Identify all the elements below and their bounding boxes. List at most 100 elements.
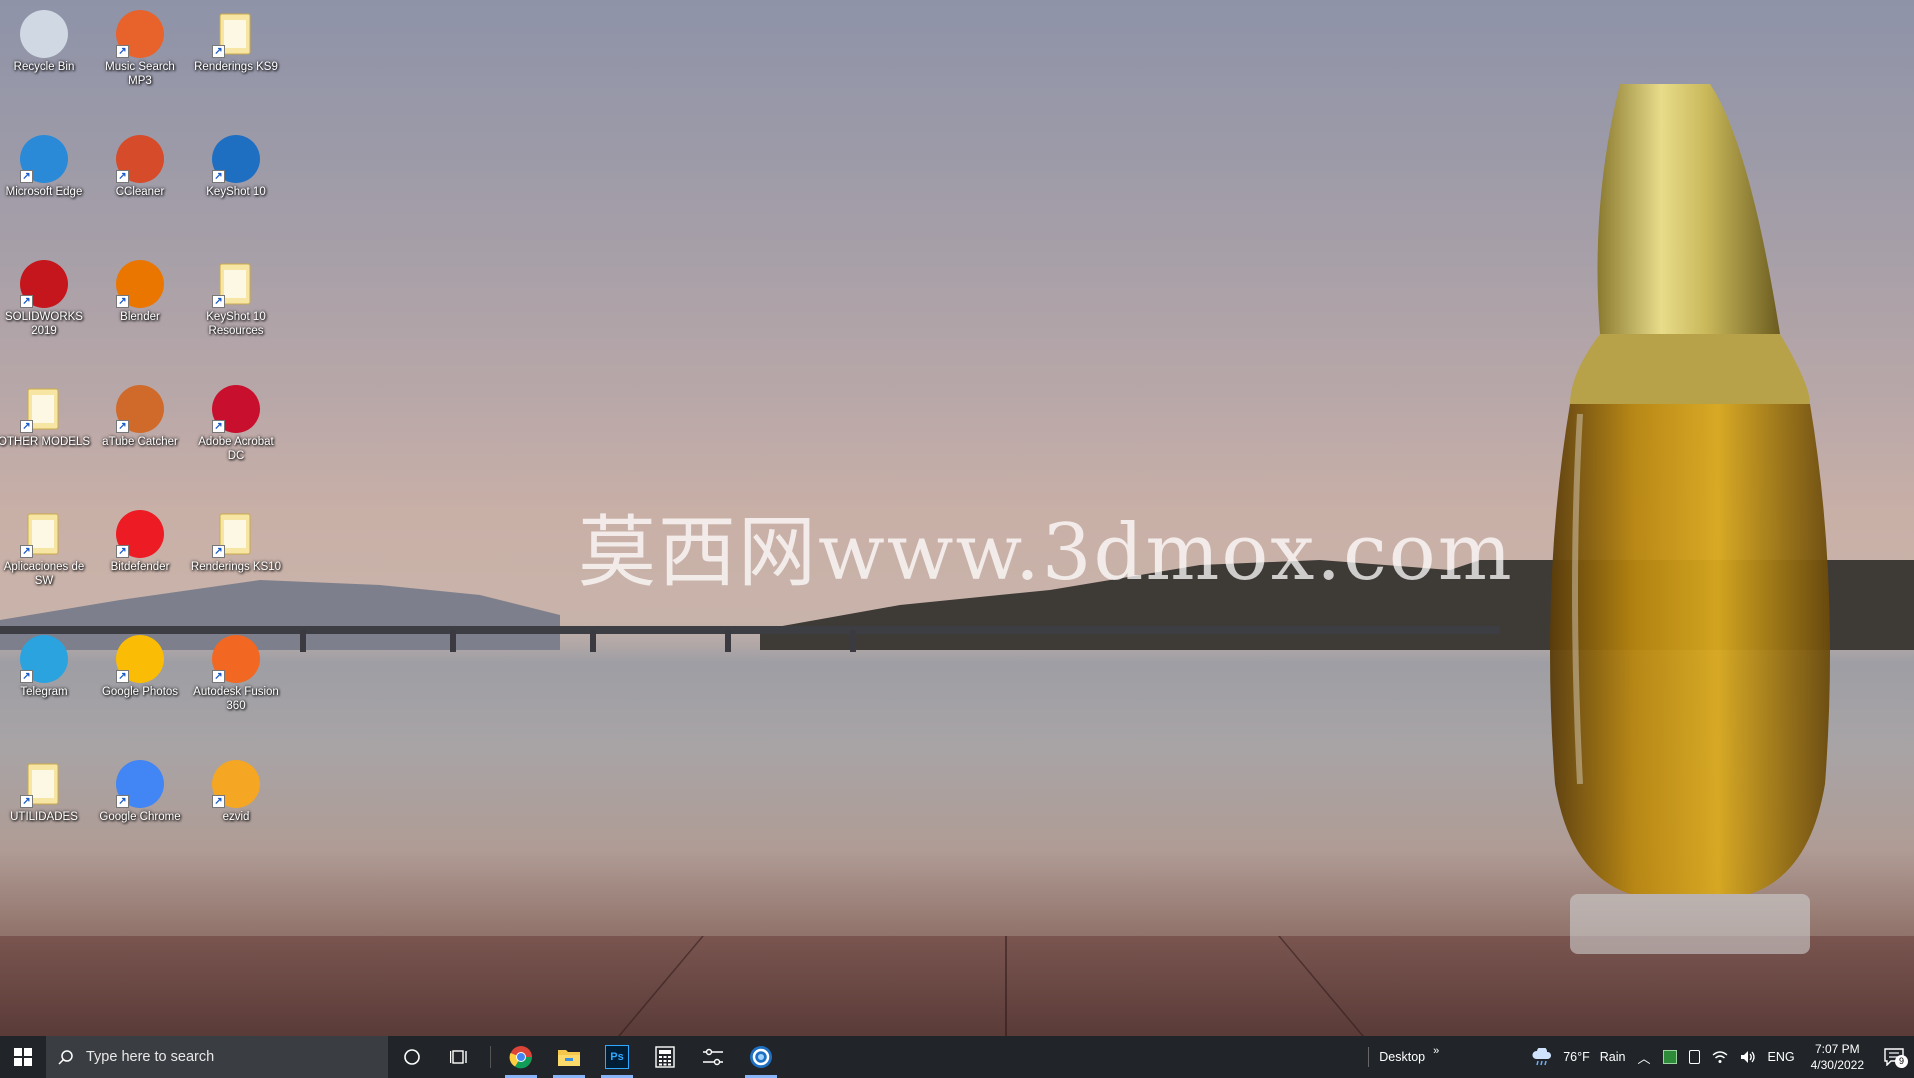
windows-logo-icon	[14, 1048, 32, 1066]
solidworks-icon: ↗	[20, 260, 68, 308]
shortcut-arrow-icon: ↗	[212, 670, 225, 683]
taskbar-photoshop-button[interactable]: Ps	[593, 1036, 641, 1078]
clock-date: 4/30/2022	[1810, 1058, 1864, 1072]
desktop-icon-label: Aplicaciones de SW	[3, 561, 85, 587]
desktop-icon[interactable]: ↗ Autodesk Fusion 360	[190, 629, 282, 739]
music-search-icon: ↗	[116, 10, 164, 58]
rain-cloud-icon	[1532, 1048, 1552, 1066]
keyshot-icon	[750, 1046, 772, 1068]
shortcut-arrow-icon: ↗	[20, 295, 33, 308]
shortcut-arrow-icon: ↗	[212, 545, 225, 558]
notification-count-badge: 9	[1895, 1055, 1908, 1068]
acrobat-icon: ↗	[212, 385, 260, 433]
desktop-icon-label: CCleaner	[115, 186, 165, 198]
desktop-icon[interactable]: ↗ Telegram	[0, 629, 90, 739]
desktop-icon[interactable]: ↗ Microsoft Edge	[0, 129, 90, 239]
desktop-icon[interactable]: ↗ Bitdefender	[94, 504, 186, 614]
bridge-pillar	[300, 630, 306, 652]
desktop-icon[interactable]: ↗ KeyShot 10 Resources	[190, 254, 282, 364]
settings-sliders-icon	[703, 1048, 723, 1066]
language-button[interactable]: ENG	[1762, 1050, 1801, 1064]
shortcut-arrow-icon: ↗	[20, 670, 33, 683]
system-tray: Desktop » 76°F Rain ︿ ENG 7:07 PM 4/30/2…	[1362, 1036, 1914, 1078]
desktop-icon[interactable]: ↗ UTILIDADES	[0, 754, 90, 864]
taskbar-chrome-button[interactable]	[497, 1036, 545, 1078]
desktop-icon-label: Google Chrome	[99, 811, 181, 823]
desktop-icon-label: KeyShot 10	[206, 186, 266, 198]
clock-time: 7:07 PM	[1814, 1042, 1860, 1056]
taskbar-search-box[interactable]: Type here to search	[46, 1036, 388, 1078]
photoshop-icon: Ps	[605, 1045, 629, 1069]
google-photos-icon: ↗	[116, 635, 164, 683]
desktop-icon[interactable]: ↗ Google Chrome	[94, 754, 186, 864]
desktop-icon[interactable]: ↗ Aplicaciones de SW	[0, 504, 90, 614]
desktop-toolbar-label: Desktop	[1379, 1050, 1426, 1064]
desktop-toolbar[interactable]: Desktop »	[1362, 1045, 1445, 1067]
taskbar-divider	[490, 1046, 491, 1068]
desktop-icon[interactable]: ↗ Renderings KS9	[190, 4, 282, 114]
desktop-icon[interactable]: ↗ Adobe Acrobat DC	[190, 379, 282, 489]
shortcut-arrow-icon: ↗	[116, 670, 129, 683]
shortcut-arrow-icon: ↗	[116, 45, 129, 58]
shortcut-arrow-icon: ↗	[116, 420, 129, 433]
volume-button[interactable]	[1734, 1050, 1762, 1064]
weather-condition: Rain	[1599, 1050, 1626, 1064]
shortcut-arrow-icon: ↗	[212, 795, 225, 808]
desktop-icon-label: OTHER MODELS	[0, 436, 91, 448]
desktop-icon[interactable]: ↗ Google Photos	[94, 629, 186, 739]
ccleaner-icon: ↗	[116, 135, 164, 183]
bridge-pillar	[450, 630, 456, 652]
device-icon	[1688, 1050, 1700, 1064]
tray-device-icon[interactable]	[1683, 1050, 1706, 1064]
task-view-button[interactable]	[436, 1036, 484, 1078]
desktop-icon[interactable]: ↗ CCleaner	[94, 129, 186, 239]
action-center-button[interactable]: 9	[1874, 1048, 1914, 1068]
task-view-icon	[450, 1050, 467, 1064]
desktop-icon-label: Autodesk Fusion 360	[193, 686, 279, 712]
search-icon	[58, 1050, 73, 1065]
taskbar-file-explorer-button[interactable]	[545, 1036, 593, 1078]
desktop-icon[interactable]: ↗ Music Search MP3	[94, 4, 186, 114]
desktop-icon-label: SOLIDWORKS 2019	[5, 311, 83, 337]
taskbar-calculator-button[interactable]	[641, 1036, 689, 1078]
desktop-icon[interactable]: ↗ Blender	[94, 254, 186, 364]
shortcut-arrow-icon: ↗	[20, 170, 33, 183]
desktop-icon[interactable]: ↗ KeyShot 10	[190, 129, 282, 239]
taskbar-settings-button[interactable]	[689, 1036, 737, 1078]
ezvid-icon: ↗	[212, 760, 260, 808]
weather-widget[interactable]: 76°F Rain	[1525, 1048, 1631, 1066]
tray-app-icon[interactable]	[1657, 1050, 1683, 1064]
shortcut-arrow-icon: ↗	[116, 170, 129, 183]
cortana-button[interactable]	[388, 1036, 436, 1078]
shortcut-arrow-icon: ↗	[20, 795, 33, 808]
shortcut-arrow-icon: ↗	[212, 170, 225, 183]
cortana-icon	[404, 1049, 420, 1065]
desktop-wallpaper: 莫西网www.3dmox.com	[0, 0, 1914, 1036]
desktop-icon[interactable]: ↗ ezvid	[190, 754, 282, 864]
file-explorer-icon	[558, 1050, 580, 1066]
recycle-bin-icon	[20, 10, 68, 58]
desktop-icon[interactable]: ↗ OTHER MODELS	[0, 379, 90, 489]
atube-catcher-icon: ↗	[116, 385, 164, 433]
start-button[interactable]	[0, 1036, 46, 1078]
perfume-bottle-image	[1550, 84, 1830, 954]
desktop-icon[interactable]: Recycle Bin	[0, 4, 90, 114]
clock[interactable]: 7:07 PM 4/30/2022	[1801, 1041, 1874, 1073]
desktop-icon[interactable]: ↗ SOLIDWORKS 2019	[0, 254, 90, 364]
desktop-icon[interactable]: ↗ aTube Catcher	[94, 379, 186, 489]
desktop-icon-label: Adobe Acrobat DC	[198, 436, 274, 462]
desktop-icon-label: Music Search MP3	[105, 61, 175, 87]
shortcut-arrow-icon: ↗	[20, 545, 33, 558]
desktop-icon-label: UTILIDADES	[10, 811, 78, 823]
taskbar-keyshot-button[interactable]	[737, 1036, 785, 1078]
shortcut-arrow-icon: ↗	[116, 795, 129, 808]
shortcut-arrow-icon: ↗	[116, 295, 129, 308]
desktop-icon[interactable]: ↗ Renderings KS10	[190, 504, 282, 614]
bitdefender-icon: ↗	[116, 510, 164, 558]
folder-icon: ↗	[20, 510, 68, 558]
toolbar-divider	[1368, 1047, 1370, 1067]
network-button[interactable]	[1706, 1050, 1734, 1064]
show-hidden-icons-button[interactable]: ︿	[1632, 1048, 1657, 1067]
desktop-icon-label: Microsoft Edge	[5, 186, 83, 198]
bridge-pillar	[850, 630, 856, 652]
